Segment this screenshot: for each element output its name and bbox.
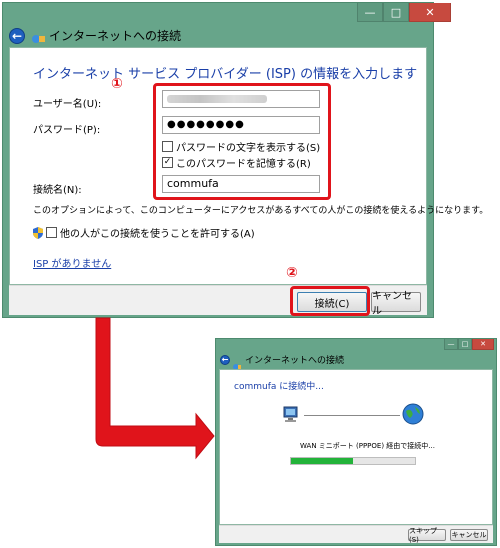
- progress-cancel-button[interactable]: キャンセル: [450, 529, 488, 541]
- connection-line: [304, 415, 400, 416]
- globe-icon: [402, 403, 424, 429]
- progress-close-button[interactable]: ✕: [472, 339, 494, 350]
- progress-wizard-icon: [233, 356, 241, 370]
- progress-back-arrow-icon[interactable]: ←: [220, 354, 230, 365]
- progress-minimize-button[interactable]: —: [444, 339, 458, 350]
- progress-bar-fill: [291, 458, 353, 464]
- skip-button[interactable]: スキップ(S): [408, 527, 446, 544]
- progress-dialog-window: — □ ✕ ← インターネットへの接続 commufa に接続中... WAN …: [215, 338, 497, 546]
- flow-arrow-path: [95, 317, 215, 460]
- computer-icon: [282, 405, 300, 427]
- progress-bar: [290, 457, 416, 465]
- progress-nav-title: インターネットへの接続: [245, 356, 345, 366]
- progress-maximize-button[interactable]: □: [458, 339, 472, 350]
- progress-status: WAN ミニポート (PPPOE) 経由で接続中...: [300, 442, 435, 450]
- progress-nav-row: ← インターネットへの接続: [220, 353, 345, 370]
- progress-heading: commufa に接続中...: [234, 382, 324, 392]
- progress-window-controls: — □ ✕: [444, 339, 494, 358]
